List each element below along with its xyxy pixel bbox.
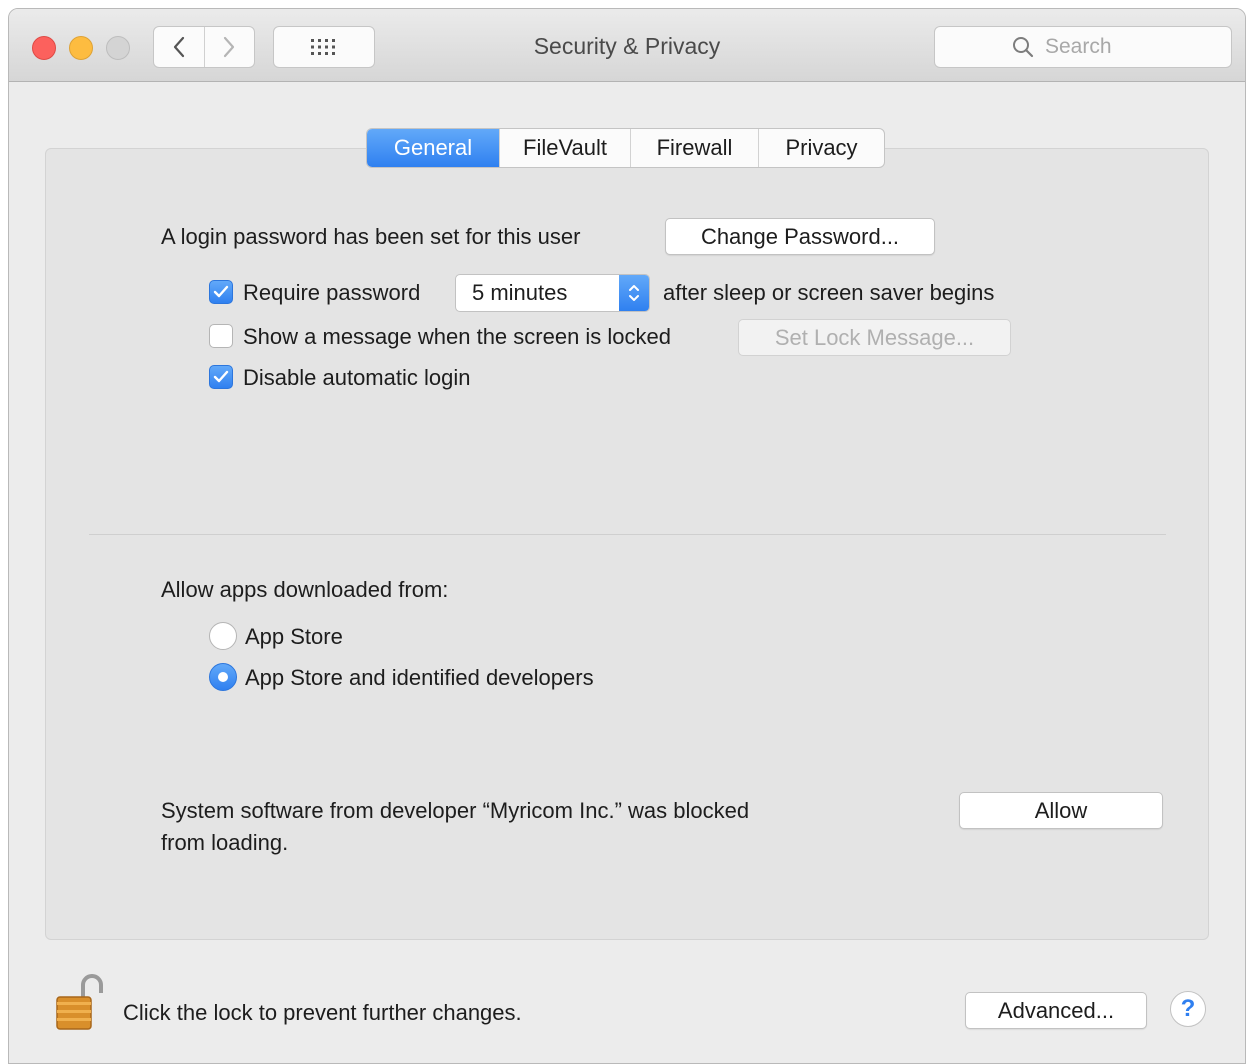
back-button[interactable]	[154, 27, 204, 67]
tab-bar: General FileVault Firewall Privacy	[366, 128, 885, 168]
checkmark-icon	[213, 370, 229, 383]
grid-icon	[311, 39, 335, 55]
allow-apps-heading: Allow apps downloaded from:	[161, 577, 449, 602]
navigation-buttons	[153, 26, 255, 68]
lock-button[interactable]	[53, 971, 103, 1033]
change-password-button[interactable]: Change Password...	[665, 218, 935, 255]
checkmark-icon	[213, 285, 229, 298]
blocked-software-text-line1: System software from developer “Myricom …	[161, 798, 750, 823]
chevron-right-icon	[224, 36, 235, 58]
password-delay-value: 5 minutes	[472, 280, 568, 305]
disable-auto-login-label: Disable automatic login	[243, 365, 471, 390]
close-window-button[interactable]	[32, 36, 56, 60]
tab-firewall[interactable]: Firewall	[630, 129, 758, 167]
window-title: Security & Privacy	[533, 33, 721, 59]
tab-privacy[interactable]: Privacy	[758, 129, 884, 167]
blocked-software-text-line2: from loading.	[161, 830, 289, 855]
login-password-text: A login password has been set for this u…	[161, 224, 581, 249]
forward-button[interactable]	[203, 27, 255, 67]
search-field[interactable]: Search	[934, 26, 1232, 68]
app-store-identified-label: App Store and identified developers	[245, 665, 594, 690]
tab-general[interactable]: General	[367, 129, 499, 167]
section-divider	[89, 534, 1166, 535]
advanced-button[interactable]: Advanced...	[965, 992, 1147, 1029]
app-store-radio[interactable]	[209, 622, 237, 650]
help-button[interactable]: ?	[1170, 991, 1206, 1027]
require-password-label: Require password	[243, 280, 421, 305]
show-message-checkbox[interactable]	[209, 324, 233, 348]
show-all-button[interactable]	[273, 26, 375, 68]
preferences-window: Security & Privacy Search General FileVa…	[8, 8, 1246, 1064]
app-store-identified-radio[interactable]	[209, 663, 237, 691]
disable-auto-login-checkbox[interactable]	[209, 365, 233, 389]
title-bar: Security & Privacy Search	[9, 9, 1245, 82]
minimize-window-button[interactable]	[69, 36, 93, 60]
require-password-checkbox[interactable]	[209, 280, 233, 304]
lock-status-text: Click the lock to prevent further change…	[123, 1000, 522, 1025]
password-delay-select[interactable]: 5 minutes	[455, 274, 650, 312]
allow-button[interactable]: Allow	[959, 792, 1163, 829]
search-icon	[1013, 37, 1034, 58]
app-store-label: App Store	[245, 624, 343, 649]
show-message-label: Show a message when the screen is locked	[243, 324, 672, 349]
updown-chevron-icon	[619, 275, 649, 311]
set-lock-message-button[interactable]: Set Lock Message...	[738, 319, 1011, 356]
chevron-left-icon	[173, 36, 184, 58]
tab-filevault[interactable]: FileVault	[499, 129, 630, 167]
radio-dot	[218, 672, 228, 682]
unlocked-padlock-icon	[56, 974, 103, 1030]
zoom-window-button[interactable]	[106, 36, 130, 60]
after-sleep-text: after sleep or screen saver begins	[663, 280, 995, 305]
search-placeholder: Search	[1045, 35, 1112, 58]
